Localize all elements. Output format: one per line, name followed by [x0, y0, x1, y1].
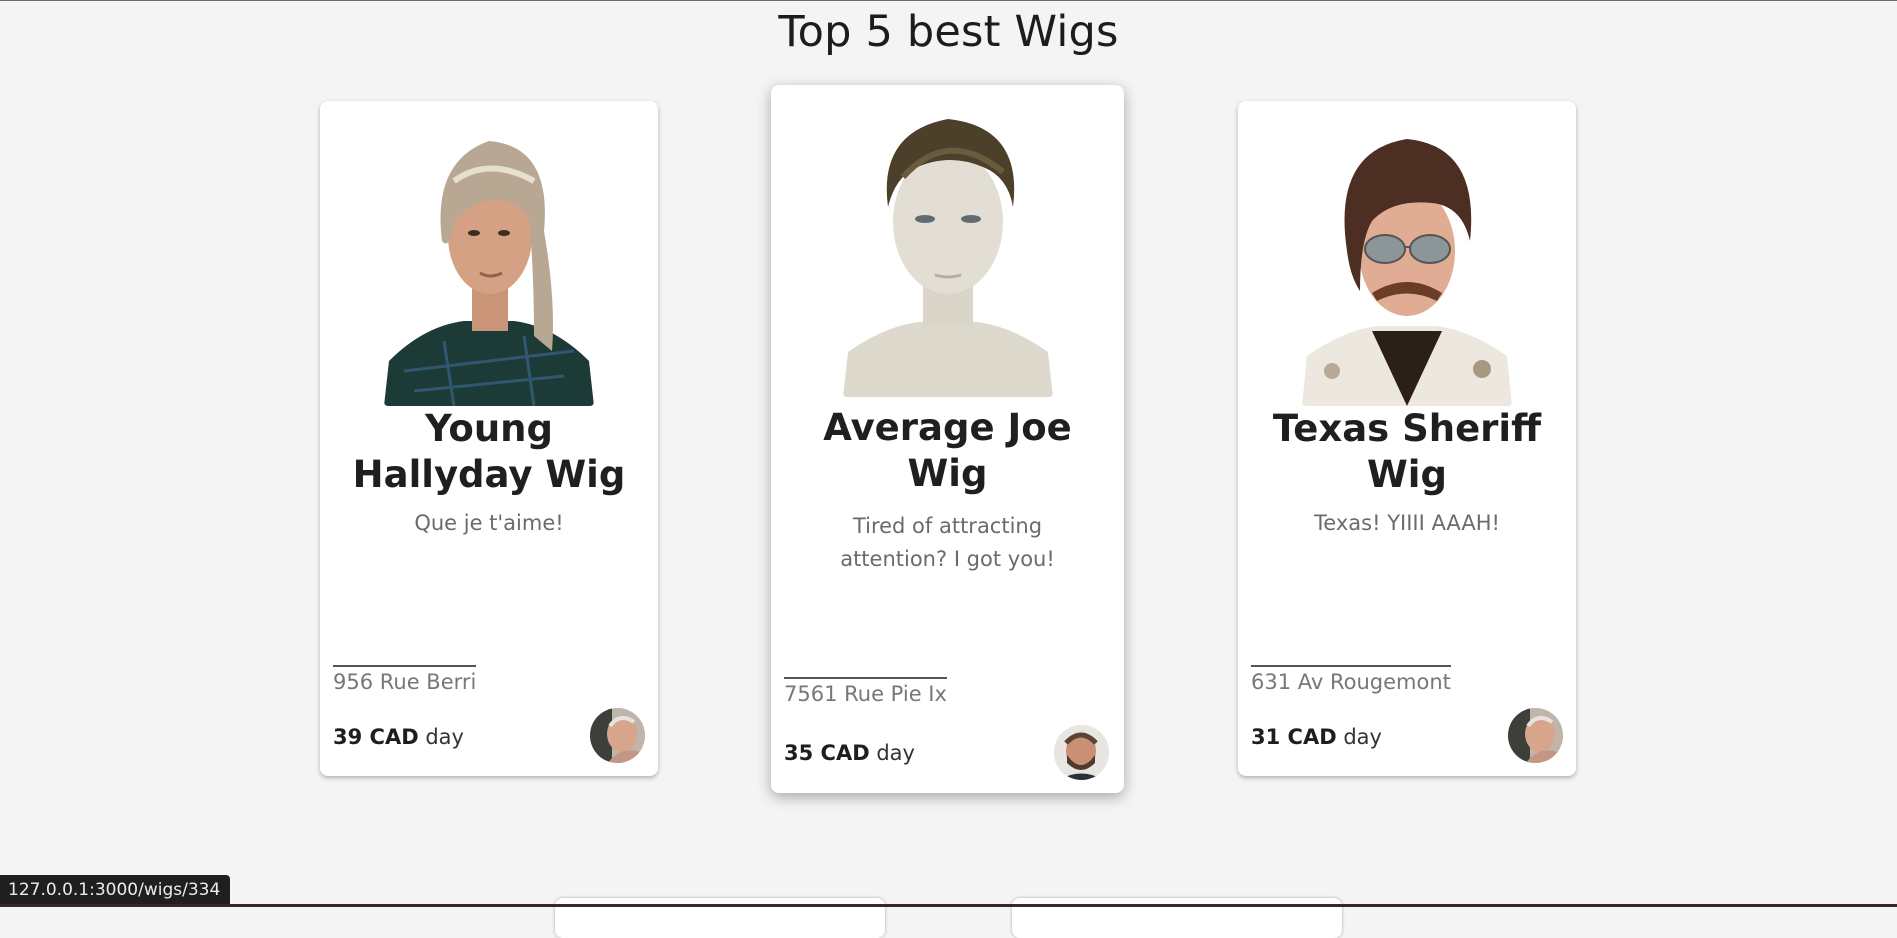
- card-title[interactable]: Young Hallyday Wig: [330, 406, 648, 498]
- wig-photo: [1302, 121, 1512, 406]
- card-price: 31 CAD: [1251, 725, 1337, 749]
- card-address: 631 Av Rougemont: [1251, 665, 1451, 694]
- card-title[interactable]: Texas Sheriff Wig: [1248, 406, 1566, 498]
- page-title: Top 5 best Wigs: [778, 7, 1119, 57]
- card-price-period: day: [425, 725, 464, 749]
- card-price: 35 CAD: [784, 741, 870, 765]
- wig-photo: [842, 107, 1053, 397]
- owner-avatar[interactable]: [590, 708, 645, 763]
- owner-avatar[interactable]: [1054, 725, 1109, 780]
- card-address: 7561 Rue Pie Ix: [784, 677, 947, 706]
- card-description: Que je t'aime!: [414, 511, 564, 535]
- bearded-man-avatar-icon: [1054, 725, 1109, 780]
- card-description: Tired of attracting attention? I got you…: [840, 514, 1055, 571]
- card-price-period: day: [1343, 725, 1382, 749]
- card-price-row: 39 CAD day: [333, 725, 464, 749]
- elderly-man-avatar-icon: [590, 708, 645, 763]
- wig-card-average-joe[interactable]: Average Joe Wig Tired of attracting atte…: [771, 85, 1124, 793]
- card-price-row: 31 CAD day: [1251, 725, 1382, 749]
- elderly-man-avatar-icon: [1508, 708, 1563, 763]
- wig-model-mullet-image: [384, 121, 594, 406]
- card-price-period: day: [876, 741, 915, 765]
- card-description: Texas! YIIII AAAH!: [1314, 511, 1500, 535]
- wig-card-texas-sheriff[interactable]: Texas Sheriff Wig Texas! YIIII AAAH! 631…: [1238, 101, 1576, 776]
- card-title[interactable]: Average Joe Wig: [781, 405, 1114, 497]
- wig-card-young-hallyday[interactable]: Young Hallyday Wig Que je t'aime! 956 Ru…: [320, 101, 658, 776]
- wig-mannequin-image: [842, 107, 1053, 397]
- wig-photo: [384, 121, 594, 406]
- card-address: 956 Rue Berri: [333, 665, 477, 694]
- owner-avatar[interactable]: [1508, 708, 1563, 763]
- card-price-row: 35 CAD day: [784, 741, 915, 765]
- wig-sheriff-mustache-image: [1302, 121, 1512, 406]
- card-price: 39 CAD: [333, 725, 419, 749]
- status-bar-url: 127.0.0.1:3000/wigs/334: [0, 875, 231, 904]
